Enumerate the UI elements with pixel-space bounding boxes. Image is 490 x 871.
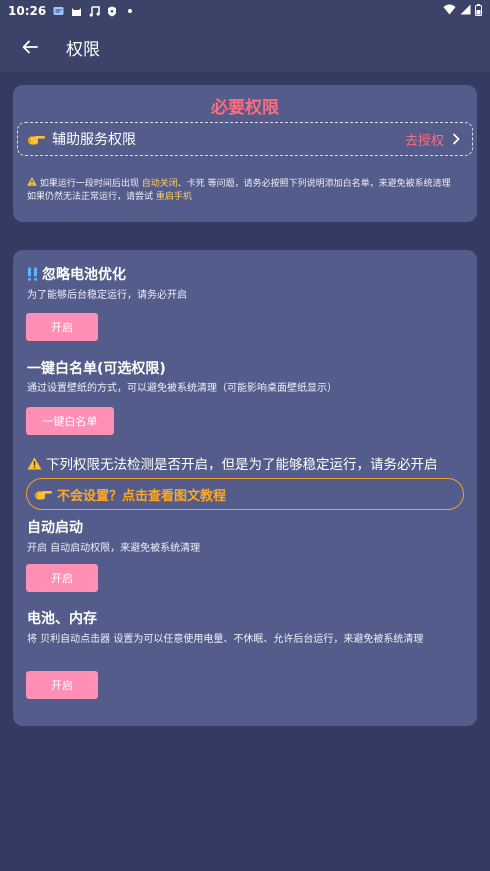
cat-icon xyxy=(70,5,82,17)
whitelist-title: 一键白名单(可选权限) xyxy=(27,361,166,377)
shield-icon xyxy=(106,5,118,17)
status-time: 10:26 xyxy=(8,4,47,18)
tutorial-text: 不会设置？点击查看图文教程 xyxy=(57,488,227,504)
note-line2-prefix: 如果仍然无法正常运行，请尝试 xyxy=(27,192,156,202)
status-right xyxy=(443,3,482,19)
dot-icon xyxy=(124,5,136,17)
double-exclamation-icon xyxy=(27,267,39,281)
note-highlight-auto-close: 自动关闭 xyxy=(141,179,178,189)
required-note: 如果运行一段时间后出现 自动关闭、卡死 等问题，请务必按照下列说明添加白名单，来… xyxy=(27,177,467,204)
app-bar: 权限 xyxy=(0,22,490,72)
accessibility-permission-row[interactable]: 辅助服务权限 去授权 xyxy=(17,122,473,156)
autostart-button[interactable]: 开启 xyxy=(26,564,98,592)
whitelist-button[interactable]: 一键白名单 xyxy=(26,407,114,435)
music-icon xyxy=(88,5,100,17)
warning-icon xyxy=(27,457,42,470)
chevron-right-icon xyxy=(452,132,462,146)
sms-icon xyxy=(52,5,64,17)
battery-optimization-title: 忽略电池优化 xyxy=(27,264,126,284)
battery-memory-title: 电池、内存 xyxy=(27,611,97,627)
autostart-title: 自动启动 xyxy=(27,520,83,536)
warning-text: 下列权限无法检测是否开启，但是为了能够稳定运行，请务必开启 xyxy=(46,457,438,473)
note-mid: 、卡死 等问题，请务必按照下列说明添加白名单，来避免被系统清理 xyxy=(177,179,451,189)
battery-memory-button[interactable]: 开启 xyxy=(26,671,98,699)
page-title: 权限 xyxy=(66,39,100,60)
autostart-desc: 开启 自动启动权限，来避免被系统清理 xyxy=(27,543,201,554)
battery-optimization-desc: 为了能够后台稳定运行，请务必开启 xyxy=(27,290,187,301)
wifi-icon xyxy=(443,4,456,18)
tutorial-link[interactable]: 不会设置？点击查看图文教程 xyxy=(26,478,464,510)
battery-optimization-label: 忽略电池优化 xyxy=(42,267,126,283)
required-heading: 必要权限 xyxy=(211,98,279,118)
warning-line: 下列权限无法检测是否开启，但是为了能够稳定运行，请务必开启 xyxy=(27,453,438,473)
signal-icon xyxy=(460,4,471,18)
whitelist-desc: 通过设置壁纸的方式，可以避免被系统清理（可能影响桌面壁纸显示） xyxy=(27,383,337,394)
authorize-link[interactable]: 去授权 xyxy=(405,130,444,149)
battery-icon xyxy=(475,3,482,19)
note-prefix: 如果运行一段时间后出现 xyxy=(39,179,142,189)
note-highlight-restart: 重启手机 xyxy=(155,192,192,202)
optimization-card: 忽略电池优化 为了能够后台稳定运行，请务必开启 开启 一键白名单(可选权限) 通… xyxy=(13,250,477,726)
pointing-hand-icon xyxy=(28,130,46,149)
warning-icon xyxy=(27,177,40,189)
pointing-hand-icon xyxy=(35,488,53,500)
battery-memory-desc: 将 贝利自动点击器 设置为可以任意使用电量、不休眠、允许后台运行，来避免被系统清… xyxy=(27,634,424,645)
accessibility-label: 辅助服务权限 xyxy=(52,132,136,148)
back-arrow-icon[interactable] xyxy=(18,35,42,59)
battery-optimization-button[interactable]: 开启 xyxy=(26,313,98,341)
required-permissions-card: 必要权限 辅助服务权限 去授权 如果运行一段时间后出现 自动关闭、卡死 等问题，… xyxy=(13,85,477,222)
status-bar: 10:26 xyxy=(0,0,490,22)
